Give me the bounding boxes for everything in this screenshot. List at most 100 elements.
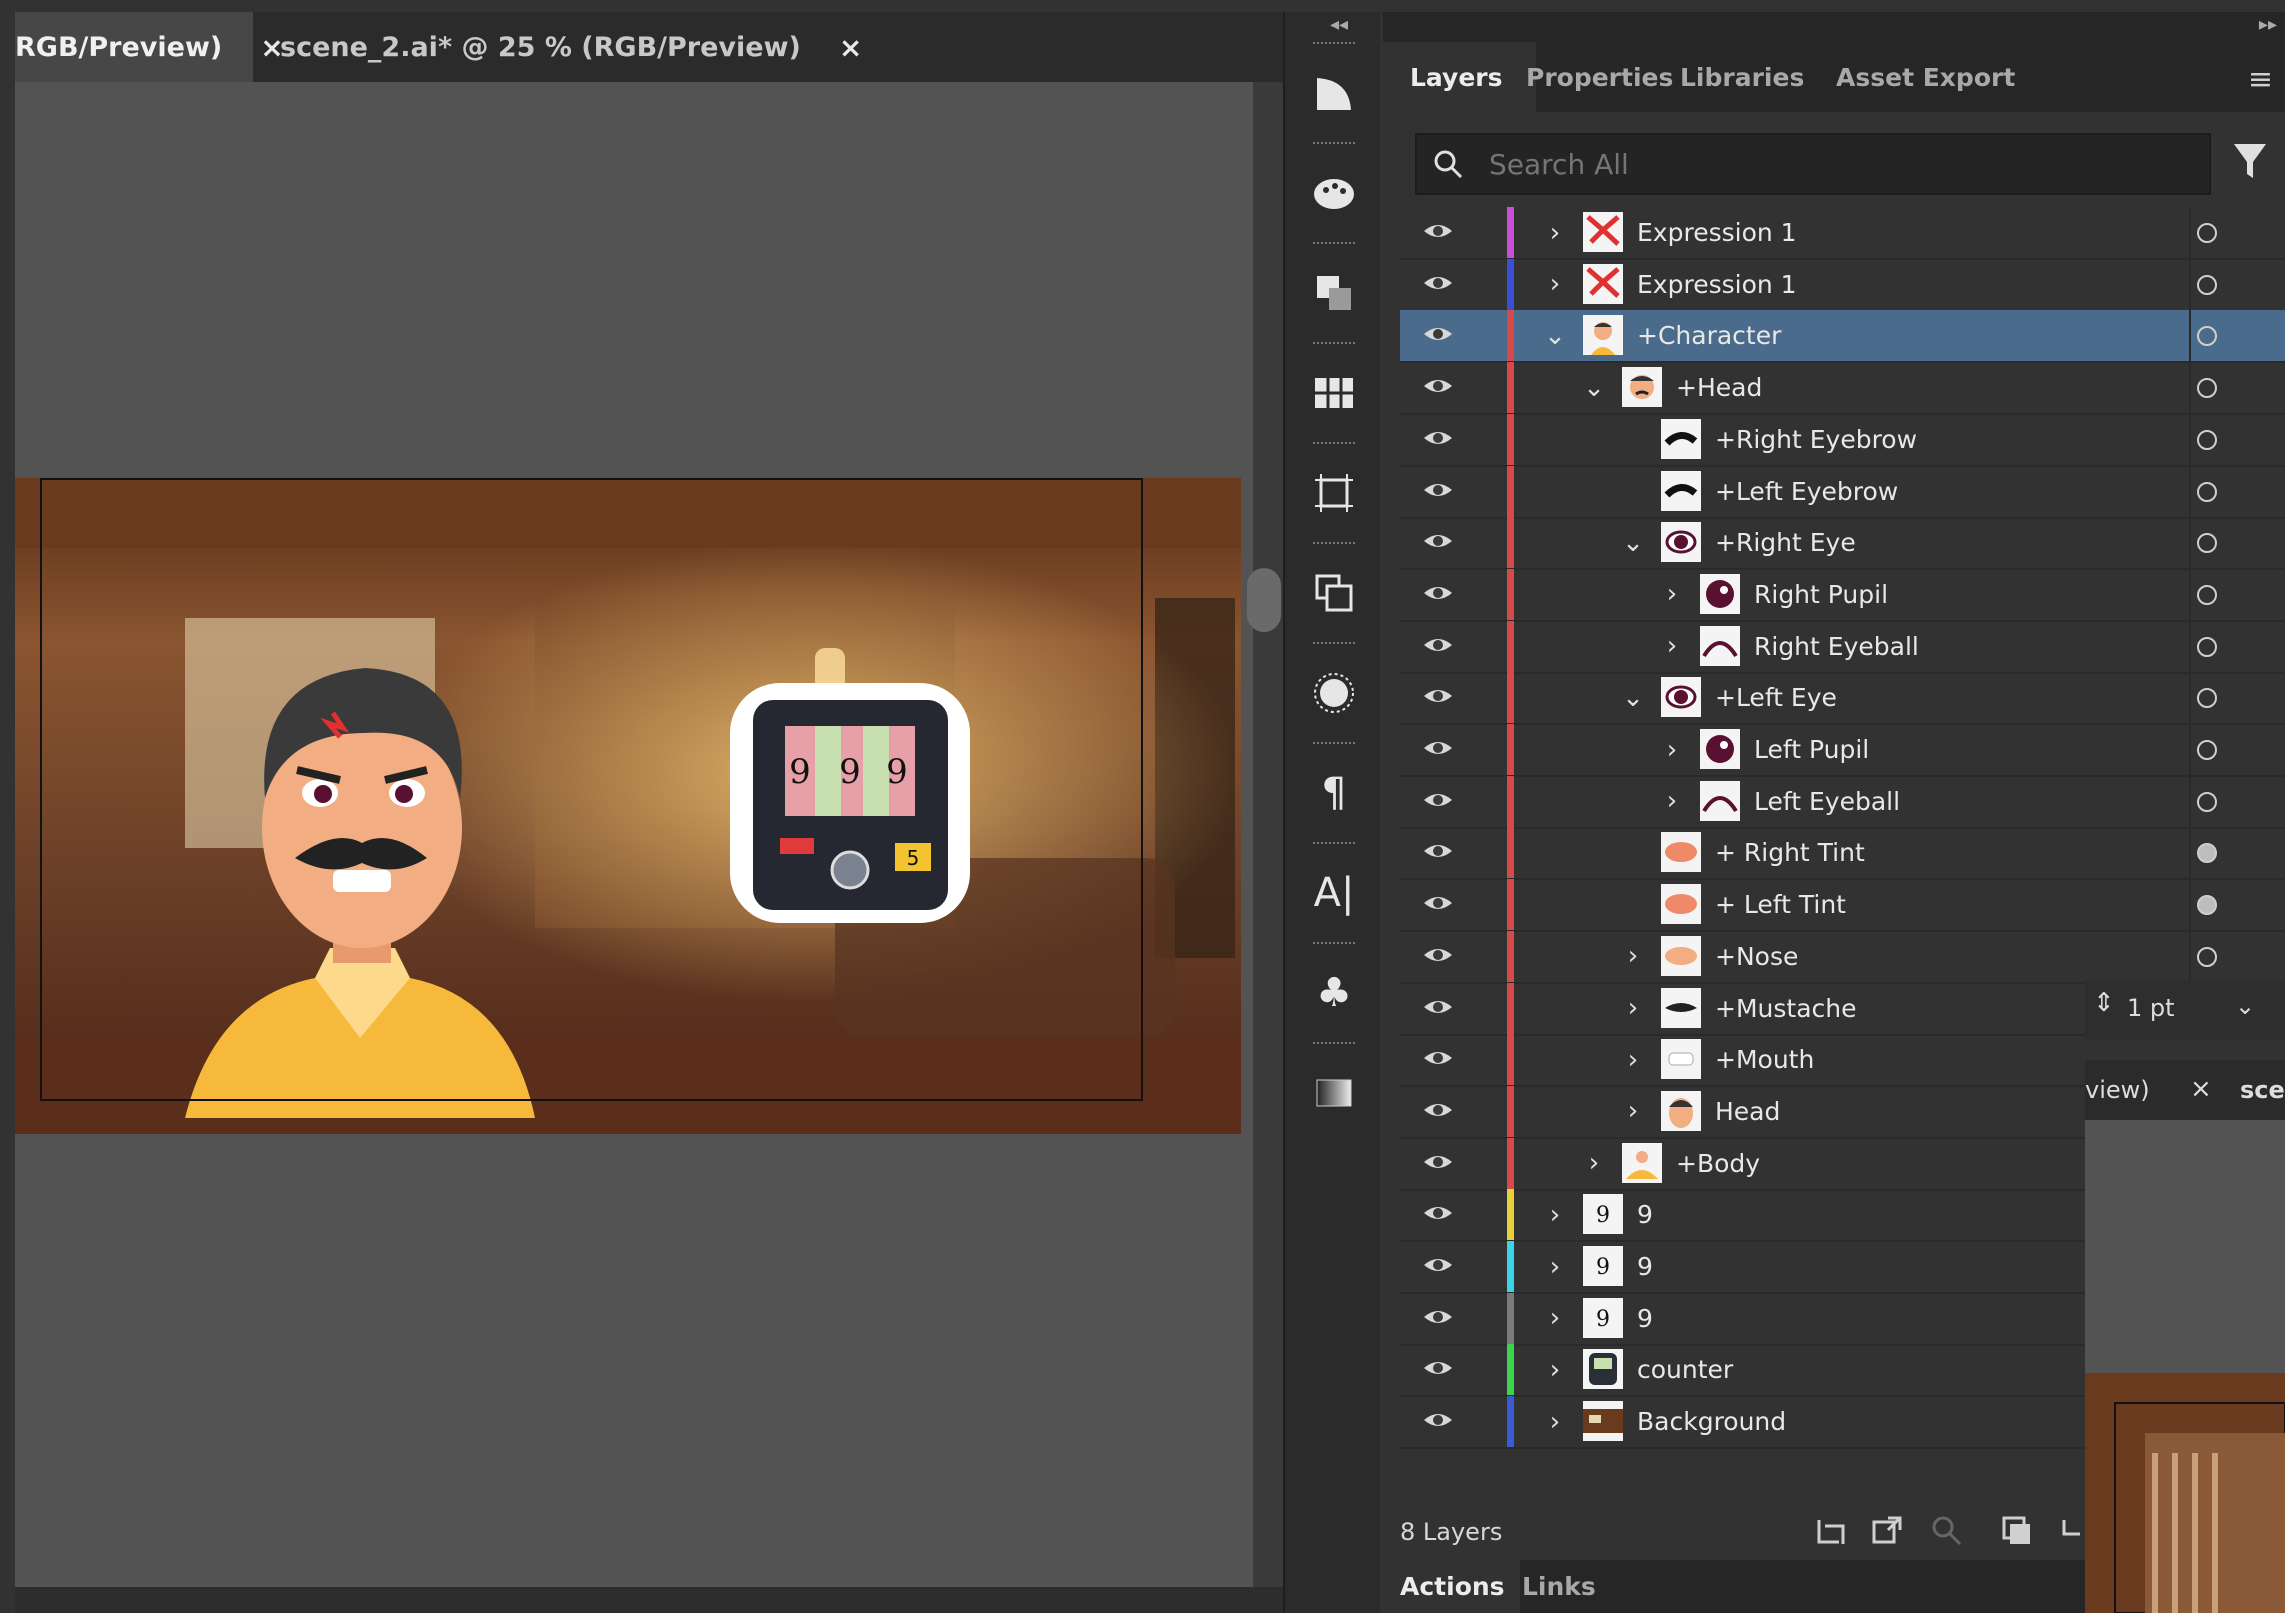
filter-icon[interactable] <box>2230 140 2270 184</box>
layer-row[interactable]: › Right Eyeball <box>1400 620 2285 674</box>
chevron-right-icon[interactable]: › <box>1618 1086 1648 1137</box>
layer-row[interactable]: +Left Eyebrow <box>1400 465 2285 519</box>
layers-panel-button[interactable] <box>1285 534 1382 634</box>
target-icon[interactable] <box>2197 584 2217 605</box>
floating-tab-2-label[interactable]: scer <box>2240 1076 2285 1104</box>
chevron-right-icon[interactable]: › <box>1657 621 1687 672</box>
swatches-panel-button[interactable] <box>1285 134 1382 234</box>
horizontal-scrollbar[interactable] <box>15 1587 1283 1613</box>
paragraph-panel-button[interactable]: ¶ <box>1285 734 1382 834</box>
chevron-right-icon[interactable]: › <box>1540 1293 1570 1344</box>
visibility-eye-icon[interactable] <box>1422 1408 1454 1432</box>
visibility-eye-icon[interactable] <box>1422 891 1454 915</box>
chevron-down-icon[interactable]: ⌄ <box>2235 992 2255 1020</box>
collect-for-export-icon[interactable] <box>1815 1516 1849 1546</box>
visibility-eye-icon[interactable] <box>1422 1356 1454 1380</box>
visibility-eye-icon[interactable] <box>1422 995 1454 1019</box>
chevron-right-icon[interactable]: › <box>1618 1034 1648 1085</box>
tab-libraries[interactable]: Libraries <box>1660 42 1824 112</box>
chevron-right-icon[interactable]: › <box>1540 259 1570 310</box>
layer-row[interactable]: ⌄ +Character <box>1400 310 2285 364</box>
floating-canvas[interactable] <box>2085 1120 2285 1373</box>
chevron-down-icon[interactable]: ⌄ <box>1618 517 1648 568</box>
target-icon[interactable] <box>2197 429 2217 450</box>
visibility-eye-icon[interactable] <box>1422 581 1454 605</box>
layer-row[interactable]: › Right Pupil <box>1400 568 2285 622</box>
panel-menu-icon[interactable]: ≡ <box>2248 62 2273 97</box>
target-icon[interactable] <box>2197 636 2217 657</box>
layer-row[interactable]: › Left Eyeball <box>1400 775 2285 829</box>
stepper-icon[interactable]: ⇕ <box>2093 988 2115 1018</box>
floating-tab-label[interactable]: view) <box>2085 1076 2150 1104</box>
target-icon[interactable] <box>2197 895 2217 916</box>
layer-row[interactable]: +Right Eyebrow <box>1400 413 2285 467</box>
layer-row[interactable]: › +Nose <box>1400 930 2285 984</box>
visibility-eye-icon[interactable] <box>1422 219 1454 243</box>
visibility-eye-icon[interactable] <box>1422 633 1454 657</box>
tab-asset-export[interactable]: Asset Export <box>1816 42 2035 112</box>
pathfinder-panel-button[interactable] <box>1285 234 1382 334</box>
chevron-right-icon[interactable]: › <box>1540 1396 1570 1447</box>
locate-object-icon[interactable] <box>1870 1514 1904 1546</box>
chevron-right-icon[interactable]: › <box>1540 1189 1570 1240</box>
tab-actions[interactable]: Actions <box>1380 1560 1520 1613</box>
target-icon[interactable] <box>2197 740 2217 760</box>
artboards-panel-button[interactable] <box>1285 434 1382 534</box>
visibility-eye-icon[interactable] <box>1422 1201 1454 1225</box>
new-sublayer-icon[interactable] <box>2060 1514 2085 1546</box>
visibility-eye-icon[interactable] <box>1422 1253 1454 1277</box>
visibility-eye-icon[interactable] <box>1422 322 1454 346</box>
target-icon[interactable] <box>2197 946 2217 967</box>
search-input[interactable] <box>1487 143 2191 185</box>
layer-row[interactable]: ⌄ +Head <box>1400 362 2285 416</box>
target-icon[interactable] <box>2197 326 2217 347</box>
chevron-down-icon[interactable]: ⌄ <box>1618 672 1648 723</box>
appearance-panel-button[interactable] <box>1285 634 1382 734</box>
layer-row[interactable]: + Left Tint <box>1400 879 2285 933</box>
gradient-panel-button[interactable] <box>1285 34 1382 134</box>
visibility-eye-icon[interactable] <box>1422 271 1454 295</box>
visibility-eye-icon[interactable] <box>1422 478 1454 502</box>
visibility-eye-icon[interactable] <box>1422 684 1454 708</box>
vertical-scrollbar[interactable] <box>1253 82 1283 1587</box>
search-layer-icon[interactable] <box>1930 1514 1964 1546</box>
layer-row[interactable]: ⌄ +Right Eye <box>1400 517 2285 571</box>
collapse-icon[interactable]: ◂◂ <box>1330 14 1348 35</box>
chevron-down-icon[interactable]: ⌄ <box>1579 362 1609 413</box>
visibility-eye-icon[interactable] <box>1422 374 1454 398</box>
stroke-weight-value[interactable]: 1 pt <box>2127 994 2175 1022</box>
chevron-right-icon[interactable]: › <box>1657 776 1687 827</box>
make-clipping-mask-icon[interactable] <box>2000 1514 2034 1546</box>
close-tab-icon[interactable]: × <box>2190 1074 2212 1104</box>
chevron-down-icon[interactable]: ⌄ <box>1540 310 1570 361</box>
target-icon[interactable] <box>2197 274 2217 295</box>
expand-icon[interactable]: ▸▸ <box>2259 14 2277 35</box>
chevron-right-icon[interactable]: › <box>1579 1138 1609 1189</box>
visibility-eye-icon[interactable] <box>1422 1046 1454 1070</box>
target-icon[interactable] <box>2197 378 2217 399</box>
target-icon[interactable] <box>2197 481 2217 502</box>
tab-links[interactable]: Links <box>1502 1560 1616 1613</box>
target-icon[interactable] <box>2197 791 2217 812</box>
document-tab-scene-2[interactable]: scene_2.ai* @ 25 % (RGB/Preview) × <box>280 12 862 82</box>
layer-row[interactable]: › Expression 1 <box>1400 207 2285 260</box>
symbols-panel-button[interactable]: ♣ <box>1285 934 1382 1034</box>
document-tab-active[interactable]: RGB/Preview) × <box>15 12 284 82</box>
visibility-eye-icon[interactable] <box>1422 839 1454 863</box>
visibility-eye-icon[interactable] <box>1422 1305 1454 1329</box>
layer-row[interactable]: › Expression 1 <box>1400 258 2285 312</box>
visibility-eye-icon[interactable] <box>1422 1150 1454 1174</box>
chevron-right-icon[interactable]: › <box>1657 724 1687 775</box>
layer-row[interactable]: ⌄ +Left Eye <box>1400 672 2285 726</box>
chevron-right-icon[interactable]: › <box>1540 1241 1570 1292</box>
layer-row[interactable]: + Right Tint <box>1400 827 2285 881</box>
chevron-right-icon[interactable]: › <box>1618 931 1648 982</box>
target-icon[interactable] <box>2197 688 2217 709</box>
character-panel-button[interactable]: A| <box>1285 834 1382 934</box>
chevron-right-icon[interactable]: › <box>1657 569 1687 620</box>
gradient-swatch-button[interactable] <box>1285 1034 1382 1134</box>
close-tab-icon[interactable]: × <box>839 31 862 64</box>
chevron-right-icon[interactable]: › <box>1618 983 1648 1034</box>
visibility-eye-icon[interactable] <box>1422 1098 1454 1122</box>
target-icon[interactable] <box>2197 223 2217 243</box>
